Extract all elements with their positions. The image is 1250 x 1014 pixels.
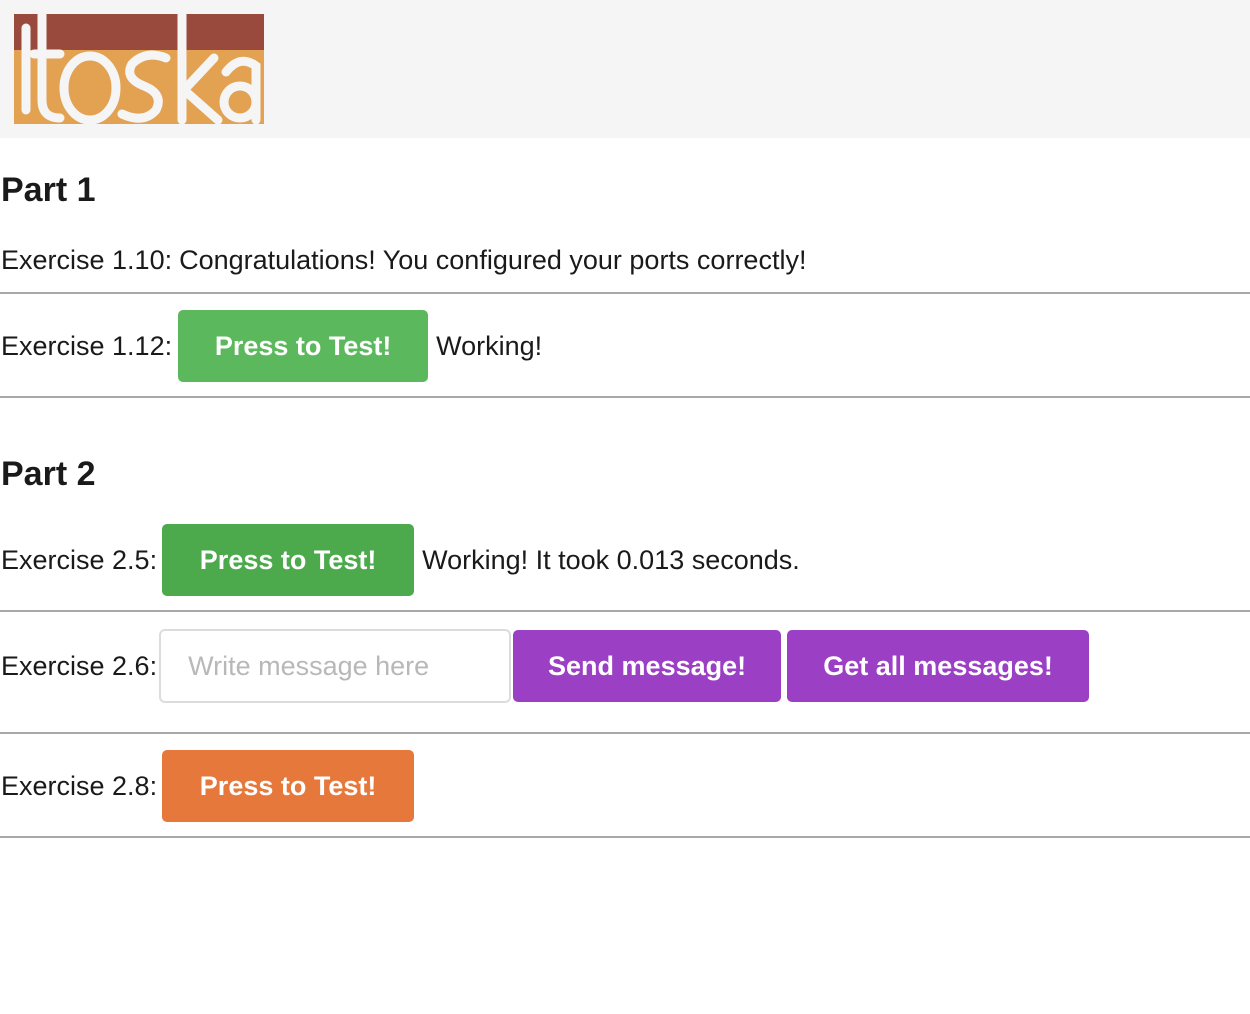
part2-heading: Part 2: [1, 455, 96, 493]
exercise-2-5-status: Working! It took 0.013 seconds.: [422, 544, 800, 575]
exercise-2-5-row: Exercise 2.5: Press to Test! Working! It…: [0, 524, 1250, 596]
divider: [0, 732, 1250, 734]
exercise-2-5-label: Exercise 2.5:: [1, 544, 158, 575]
exercise-1-12-status: Working!: [436, 330, 543, 361]
exercise-1-12-label: Exercise 1.12:: [1, 330, 173, 361]
exercise-2-6-row: Exercise 2.6: Send message! Get all mess…: [0, 628, 1250, 704]
get-all-messages-button[interactable]: Get all messages!: [787, 630, 1090, 702]
page-header: [0, 0, 1250, 138]
exercise-1-10-message: Congratulations! You configured your por…: [179, 244, 807, 275]
message-input[interactable]: [159, 629, 512, 703]
itoska-logo: [14, 14, 264, 124]
exercise-1-10-label: Exercise 1.10:: [1, 244, 173, 275]
exercise-2-8-test-button[interactable]: Press to Test!: [162, 750, 415, 822]
divider: [0, 396, 1250, 398]
part1-heading: Part 1: [1, 171, 96, 209]
exercise-1-12-row: Exercise 1.12: Press to Test! Working!: [0, 310, 1250, 382]
exercise-2-8-label: Exercise 2.8:: [1, 770, 158, 801]
exercise-2-8-row: Exercise 2.8: Press to Test!: [0, 750, 1250, 822]
exercise-2-6-label: Exercise 2.6:: [1, 650, 158, 681]
exercise-1-12-test-button[interactable]: Press to Test!: [178, 310, 429, 382]
divider: [0, 610, 1250, 612]
send-message-button[interactable]: Send message!: [513, 630, 782, 702]
divider: [0, 292, 1250, 294]
exercise-1-10-row: Exercise 1.10: Congratulations! You conf…: [0, 242, 1250, 278]
exercise-2-5-test-button[interactable]: Press to Test!: [162, 524, 415, 596]
divider: [0, 836, 1250, 838]
